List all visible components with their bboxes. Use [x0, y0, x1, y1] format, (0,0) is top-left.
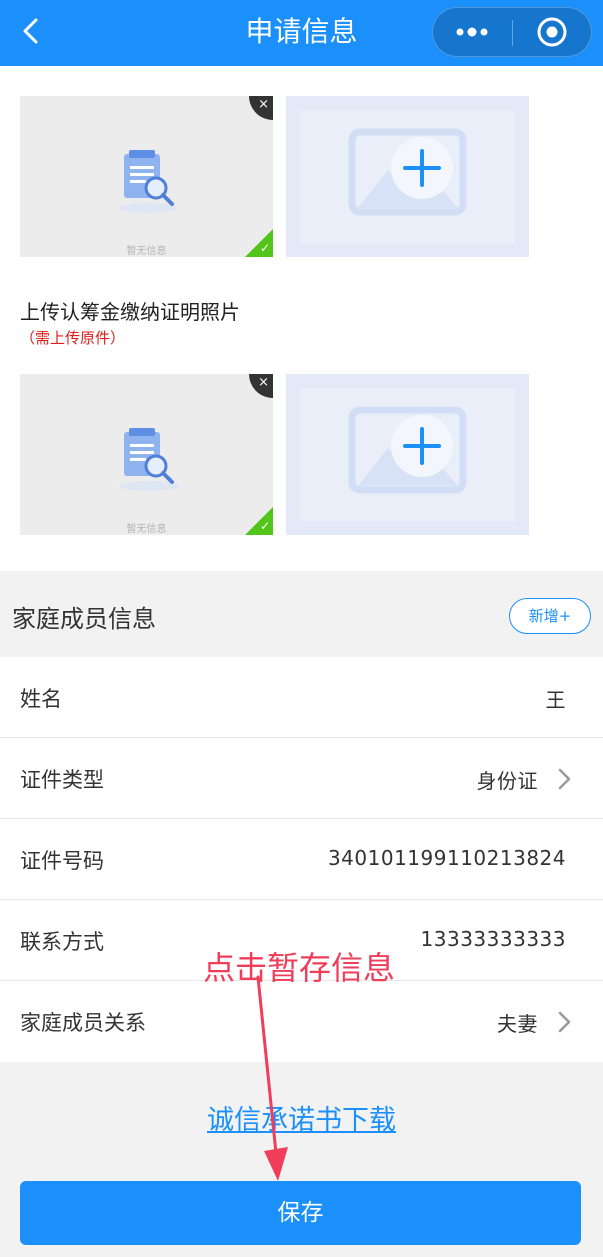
- uploaded-thumbnail[interactable]: 暂无信息 × ✓: [20, 96, 273, 257]
- add-image-icon: [348, 128, 467, 216]
- target-circle-icon[interactable]: [513, 8, 591, 56]
- save-button[interactable]: 保存: [20, 1181, 581, 1245]
- row-label: 姓名: [20, 687, 62, 711]
- add-image-icon: [348, 406, 467, 494]
- row-label: 家庭成员关系: [20, 1011, 146, 1035]
- chevron-right-icon: [558, 1011, 571, 1033]
- thumbnail-caption: 暂无信息: [126, 524, 167, 535]
- delete-image-icon[interactable]: ×: [249, 374, 273, 398]
- id-number-value[interactable]: 340101199110213824: [328, 846, 566, 870]
- relation-value[interactable]: 夫妻: [497, 1008, 538, 1037]
- form-row-id-type[interactable]: 证件类型 身份证: [0, 738, 603, 819]
- form-row-id-number[interactable]: 证件号码 340101199110213824: [0, 819, 603, 900]
- uploaded-thumbnail[interactable]: 暂无信息 × ✓: [20, 374, 273, 535]
- family-member-form: 姓名 王 证件类型 身份证 证件号码 340101199110213824 联系…: [0, 657, 603, 1062]
- document-search-icon: [116, 148, 182, 216]
- add-image-button[interactable]: [286, 96, 529, 257]
- chevron-right-icon: [558, 768, 571, 790]
- row-label: 证件号码: [20, 849, 104, 873]
- delete-image-icon[interactable]: ×: [249, 96, 273, 120]
- family-section-header: 家庭成员信息 新增+: [0, 571, 603, 657]
- nav-bar: 申请信息: [0, 0, 603, 66]
- document-search-icon: [116, 426, 182, 494]
- upload-hint: （需上传原件）: [20, 329, 126, 347]
- form-row-relation[interactable]: 家庭成员关系 夫妻: [0, 981, 603, 1062]
- more-dots-icon[interactable]: [433, 8, 511, 56]
- add-image-button[interactable]: [286, 374, 529, 535]
- check-icon: ✓: [259, 241, 270, 255]
- annotation-text: 点击暂存信息: [203, 949, 396, 987]
- row-label: 联系方式: [20, 930, 104, 954]
- promise-letter-download-link[interactable]: 诚信承诺书下载: [0, 1098, 603, 1137]
- id-type-value[interactable]: 身份证: [477, 765, 539, 794]
- row-label: 证件类型: [20, 768, 104, 792]
- contact-value[interactable]: 13333333333: [421, 927, 566, 951]
- check-icon: ✓: [259, 519, 270, 533]
- name-value[interactable]: 王: [546, 684, 567, 713]
- upload-label: 上传认筹金缴纳证明照片: [20, 300, 240, 324]
- thumbnail-caption: 暂无信息: [126, 246, 167, 257]
- form-row-name[interactable]: 姓名 王: [0, 657, 603, 738]
- mini-program-capsule: [432, 7, 592, 57]
- upload-area: 暂无信息 × ✓ 上传认筹金缴纳证明照片 （需上传原件） 暂无信息 × ✓: [0, 66, 603, 571]
- add-member-button[interactable]: 新增+: [509, 598, 591, 634]
- section-title: 家庭成员信息: [12, 605, 156, 633]
